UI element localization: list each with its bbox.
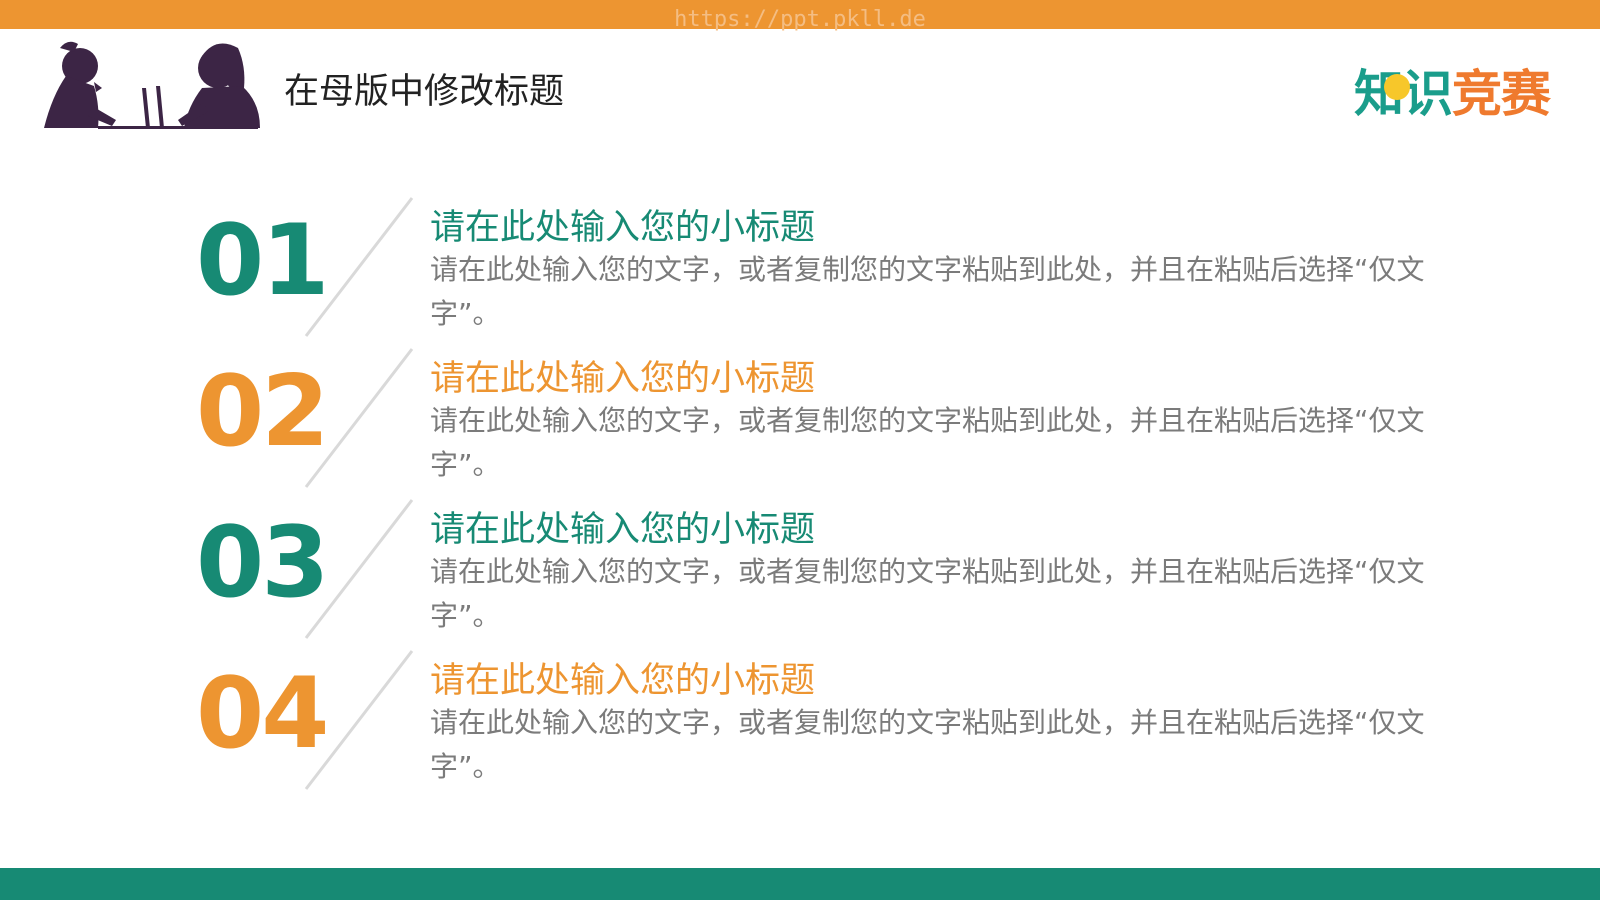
lightbulb-icon <box>1384 74 1410 100</box>
diagonal-divider <box>304 197 414 337</box>
item-subtitle: 请在此处输入您的小标题 <box>430 510 816 550</box>
item-body-text: 请在此处输入您的文字，或者复制您的文字粘贴到此处，并且在粘贴后选择“仅文字”。 <box>430 253 1425 330</box>
item-subtitle: 请在此处输入您的小标题 <box>430 359 816 399</box>
list-item-02: 02 请在此处输入您的小标题 请在此处输入您的文字，或者复制您的文字粘贴到此处，… <box>0 347 1600 497</box>
bottom-bar <box>0 868 1600 900</box>
item-body-text: 请在此处输入您的文字，或者复制您的文字粘贴到此处，并且在粘贴后选择“仅文字”。 <box>430 404 1425 481</box>
list-item-03: 03 请在此处输入您的小标题 请在此处输入您的文字，或者复制您的文字粘贴到此处，… <box>0 498 1600 648</box>
diagonal-divider <box>304 348 414 488</box>
watermark-url: https://ppt.pkll.de <box>674 7 926 32</box>
knowledge-contest-logo: 知识竞赛 <box>1354 64 1564 124</box>
list-item-01: 01 请在此处输入您的小标题 请在此处输入您的文字，或者复制您的文字粘贴到此处，… <box>0 196 1600 346</box>
diagonal-divider <box>304 499 414 639</box>
item-subtitle: 请在此处输入您的小标题 <box>430 208 816 248</box>
logo-char-4: 赛 <box>1501 65 1551 123</box>
item-body-text: 请在此处输入您的文字，或者复制您的文字粘贴到此处，并且在粘贴后选择“仅文字”。 <box>430 706 1425 783</box>
item-body-text: 请在此处输入您的文字，或者复制您的文字粘贴到此处，并且在粘贴后选择“仅文字”。 <box>430 555 1425 632</box>
children-silhouette-icon <box>44 41 260 129</box>
logo-char-3: 竞 <box>1452 65 1502 123</box>
page-title: 在母版中修改标题 <box>284 72 565 112</box>
item-subtitle: 请在此处输入您的小标题 <box>430 661 816 701</box>
list-item-04: 04 请在此处输入您的小标题 请在此处输入您的文字，或者复制您的文字粘贴到此处，… <box>0 649 1600 799</box>
logo-char-2: 识 <box>1403 65 1453 123</box>
diagonal-divider <box>304 650 414 790</box>
